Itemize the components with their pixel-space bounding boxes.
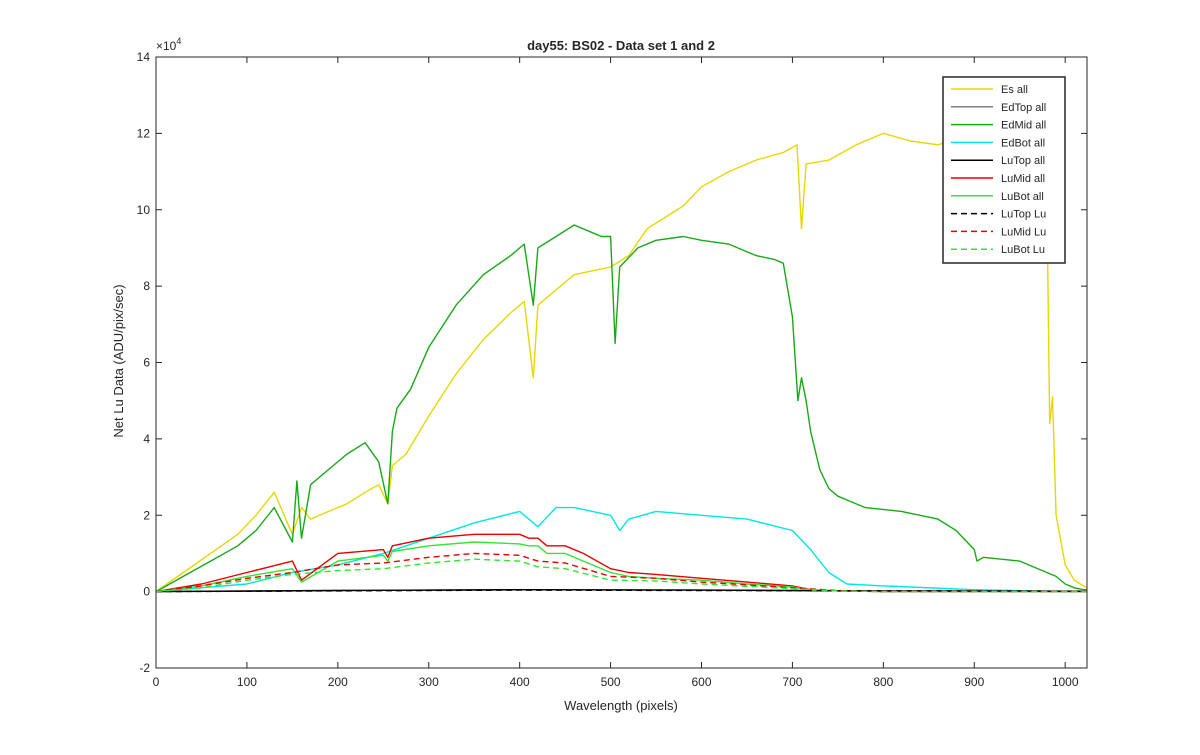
x-tick-label: 500 (601, 675, 621, 689)
series-line-5 (155, 533, 1087, 593)
series-line-3 (155, 506, 1087, 593)
chart: day55: BS02 - Data set 1 and 2 ×104 Wave… (0, 0, 1200, 750)
legend-label: LuMid Lu (1001, 226, 1046, 238)
legend-label: LuTop all (1001, 155, 1045, 167)
x-tick-label: 400 (510, 675, 530, 689)
y-tick-label: 10 (137, 203, 151, 217)
x-tick-label: 100 (237, 675, 257, 689)
legend-label: EdTop all (1001, 102, 1046, 114)
legend-label: LuBot Lu (1001, 244, 1045, 256)
x-tick-label: 900 (964, 675, 984, 689)
y-tick-label: 8 (143, 279, 150, 293)
y-tick-label: 12 (137, 126, 151, 140)
series-line-2 (155, 224, 1087, 593)
y-exponent-base: ×10 (156, 39, 177, 53)
x-tick-label: 700 (782, 675, 802, 689)
y-axis-label: Net Lu Data (ADU/pix/sec) (111, 284, 126, 437)
y-exponent-label: ×104 (156, 36, 181, 53)
x-tick-label: 600 (691, 675, 711, 689)
legend: Es all EdTop all EdMid all EdBot all LuTop a… (942, 76, 1066, 264)
y-tick-label: 14 (137, 50, 151, 64)
line-chart: day55: BS02 - Data set 1 and 2 ×104 Wave… (111, 36, 1088, 713)
x-axis-label: Wavelength (pixels) (564, 698, 678, 713)
legend-label: LuBot all (1001, 191, 1044, 203)
x-tick-label: 800 (873, 675, 893, 689)
y-tick-label: -2 (139, 661, 150, 675)
y-exponent-power: 4 (176, 36, 181, 46)
legend-label: EdMid all (1001, 120, 1046, 132)
y-tick-label: 4 (143, 432, 150, 446)
x-tick-label: 1000 (1052, 675, 1079, 689)
legend-label: LuMid all (1001, 173, 1045, 185)
x-tick-label: 0 (153, 675, 160, 689)
x-tick-label: 200 (328, 675, 348, 689)
chart-title: day55: BS02 - Data set 1 and 2 (527, 38, 715, 53)
x-tick-label: 300 (419, 675, 439, 689)
y-tick-label: 0 (143, 585, 150, 599)
y-tick-label: 6 (143, 356, 150, 370)
legend-label: EdBot all (1001, 137, 1045, 149)
legend-label: Es all (1001, 84, 1028, 96)
legend-label: LuTop Lu (1001, 209, 1046, 221)
series-line-8 (155, 552, 1087, 593)
y-tick-label: 2 (143, 508, 150, 522)
